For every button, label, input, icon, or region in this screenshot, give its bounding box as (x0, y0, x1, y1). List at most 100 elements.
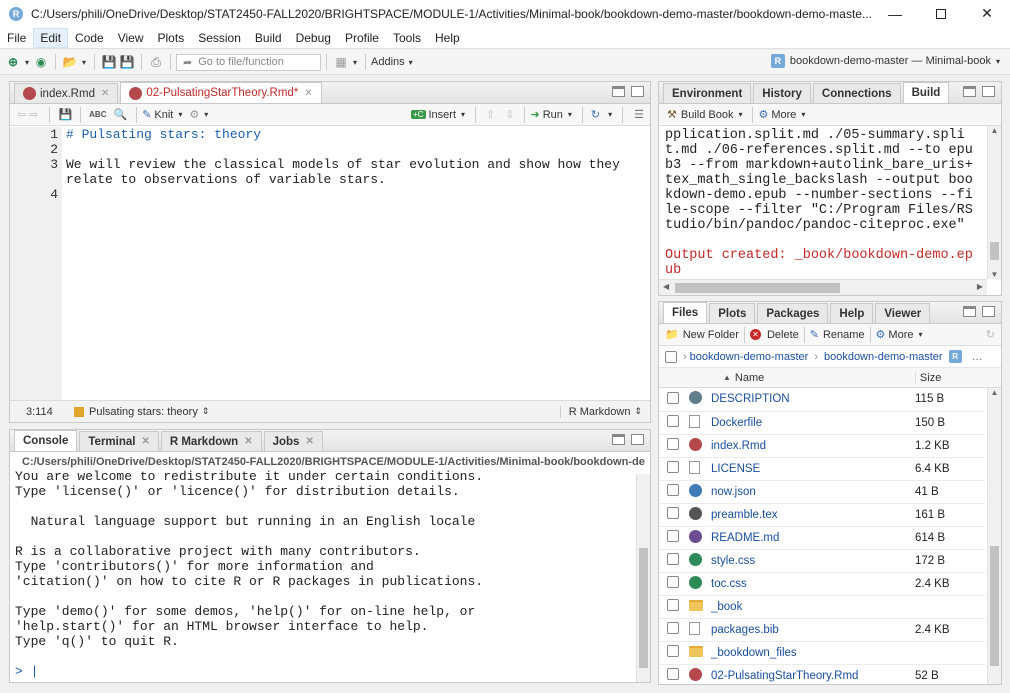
minimize-pane-icon[interactable] (612, 434, 625, 445)
minimize-pane-icon[interactable] (612, 86, 625, 97)
scroll-up-icon[interactable]: ▲ (988, 126, 1001, 135)
console-scrollbar[interactable] (636, 474, 650, 682)
build-book-button[interactable]: Build Book (681, 109, 734, 121)
file-name[interactable]: toc.css (711, 578, 747, 590)
file-row[interactable]: style.css 172 B (659, 549, 985, 573)
file-row[interactable]: preamble.tex 161 B (659, 503, 985, 527)
tab-r-markdown[interactable]: R Markdown ✕ (160, 431, 262, 451)
build-hscrollbar[interactable]: ◀ ▶ (659, 279, 987, 295)
chevron-down-icon[interactable]: ▾ (801, 110, 805, 119)
tab-terminal[interactable]: Terminal ✕ (79, 431, 159, 451)
scroll-down-icon[interactable]: ▼ (988, 270, 1001, 279)
tab-build[interactable]: Build (902, 82, 950, 103)
file-row[interactable]: toc.css 2.4 KB (659, 572, 985, 596)
breadcrumb-item[interactable]: bookdown-demo-master (690, 351, 809, 363)
tab-console[interactable]: Console (14, 430, 78, 451)
open-file-icon[interactable]: 📂 (61, 53, 79, 71)
forward-icon[interactable]: ⇨ (29, 108, 38, 121)
menu-debug[interactable]: Debug (289, 28, 338, 48)
file-type-selector[interactable]: R Markdown (559, 405, 630, 418)
tab-jobs[interactable]: Jobs ✕ (263, 431, 323, 451)
search-icon[interactable]: 🔍 (113, 108, 127, 121)
back-icon[interactable]: ⇦ (17, 108, 26, 121)
minimize-button[interactable]: — (872, 0, 918, 27)
file-checkbox[interactable] (667, 484, 679, 496)
file-name[interactable]: preamble.tex (711, 509, 777, 521)
chevron-down-icon[interactable]: ▾ (405, 53, 417, 71)
tab-history[interactable]: History (753, 83, 811, 103)
addins-menu[interactable]: Addins (371, 56, 405, 68)
file-name[interactable]: Dockerfile (711, 417, 762, 429)
tab-packages[interactable]: Packages (757, 303, 829, 323)
save-all-icon[interactable]: 💾 (118, 53, 136, 71)
scroll-right-icon[interactable]: ▶ (977, 282, 983, 291)
file-checkbox[interactable] (667, 507, 679, 519)
chevron-down-icon[interactable]: ▾ (79, 53, 89, 71)
maximize-pane-icon[interactable] (631, 434, 644, 445)
build-scrollbar[interactable]: ▲ ▼ (987, 126, 1001, 279)
file-checkbox[interactable] (667, 622, 679, 634)
chevron-down-icon[interactable]: ▾ (738, 110, 742, 119)
file-name[interactable]: DESCRIPTION (711, 393, 790, 405)
file-name[interactable]: LICENSE (711, 463, 760, 475)
refresh-icon[interactable]: ↻ (986, 328, 995, 341)
file-name[interactable]: index.Rmd (711, 440, 766, 452)
grid-layout-icon[interactable]: ▦ (332, 53, 350, 71)
file-name[interactable]: style.css (711, 555, 755, 567)
chevron-down-icon[interactable]: ▾ (608, 110, 612, 119)
scroll-thumb[interactable] (639, 548, 648, 668)
close-tab-icon[interactable]: ✕ (244, 436, 252, 447)
tab-help[interactable]: Help (830, 303, 874, 323)
file-row[interactable]: 02-PulsatingStarTheory.Rmd 52 B (659, 664, 985, 684)
scroll-left-icon[interactable]: ◀ (663, 282, 669, 291)
close-tab-icon[interactable]: ✕ (305, 436, 313, 447)
file-row[interactable]: LICENSE 6.4 KB (659, 457, 985, 481)
file-name[interactable]: 02-PulsatingStarTheory.Rmd (711, 670, 858, 682)
scroll-thumb[interactable] (990, 242, 999, 260)
delete-button[interactable]: Delete (767, 329, 799, 341)
menu-session[interactable]: Session (191, 28, 248, 48)
gear-icon[interactable]: ⚙ (189, 108, 199, 121)
down-arrow-icon[interactable]: ⇩ (505, 108, 514, 121)
maximize-pane-icon[interactable] (631, 86, 644, 97)
tab-connections[interactable]: Connections (812, 83, 901, 103)
menu-help[interactable]: Help (428, 28, 467, 48)
file-checkbox[interactable] (667, 668, 679, 680)
rename-button[interactable]: Rename (823, 329, 865, 341)
maximize-pane-icon[interactable] (982, 306, 995, 317)
close-window-button[interactable]: ✕ (964, 0, 1010, 27)
more-path-icon[interactable]: … (972, 351, 983, 363)
menu-plots[interactable]: Plots (151, 28, 192, 48)
close-tab-icon[interactable]: ✕ (101, 88, 109, 99)
tab-files[interactable]: Files (663, 302, 708, 323)
chevron-down-icon[interactable]: ▾ (204, 110, 208, 119)
file-checkbox[interactable] (667, 576, 679, 588)
file-row[interactable]: _bookdown_files (659, 641, 985, 665)
chevron-down-icon[interactable]: ▾ (350, 53, 360, 71)
close-tab-icon[interactable]: ✕ (304, 88, 312, 99)
tab-pulsating-star-rmd[interactable]: 02-PulsatingStarTheory.Rmd* ✕ (120, 82, 322, 103)
file-checkbox[interactable] (667, 438, 679, 450)
close-tab-icon[interactable]: ✕ (141, 436, 149, 447)
run-button[interactable]: Run (543, 109, 563, 121)
file-name[interactable]: now.json (711, 486, 756, 498)
column-size[interactable]: Size (914, 371, 941, 384)
spellcheck-icon[interactable]: ABC (89, 110, 106, 119)
knit-button[interactable]: Knit (154, 109, 173, 121)
file-row[interactable]: README.md 614 B (659, 526, 985, 550)
menu-edit[interactable]: Edit (33, 27, 69, 48)
maximize-pane-icon[interactable] (982, 86, 995, 97)
file-checkbox[interactable] (667, 645, 679, 657)
minimize-pane-icon[interactable] (963, 86, 976, 97)
section-selector[interactable]: Pulsating stars: theory (89, 406, 198, 418)
file-name[interactable]: _bookdown_files (711, 647, 797, 659)
insert-button[interactable]: Insert (429, 109, 457, 121)
scroll-thumb[interactable] (990, 546, 999, 666)
file-name[interactable]: _book (711, 601, 742, 613)
goto-file-input[interactable]: ➦ Go to file/function (176, 53, 321, 71)
menu-file[interactable]: File (0, 28, 33, 48)
column-name[interactable]: Name (735, 372, 915, 384)
new-folder-button[interactable]: New Folder (683, 329, 739, 341)
file-checkbox[interactable] (667, 461, 679, 473)
rerun-icon[interactable]: ↻ (591, 108, 600, 121)
